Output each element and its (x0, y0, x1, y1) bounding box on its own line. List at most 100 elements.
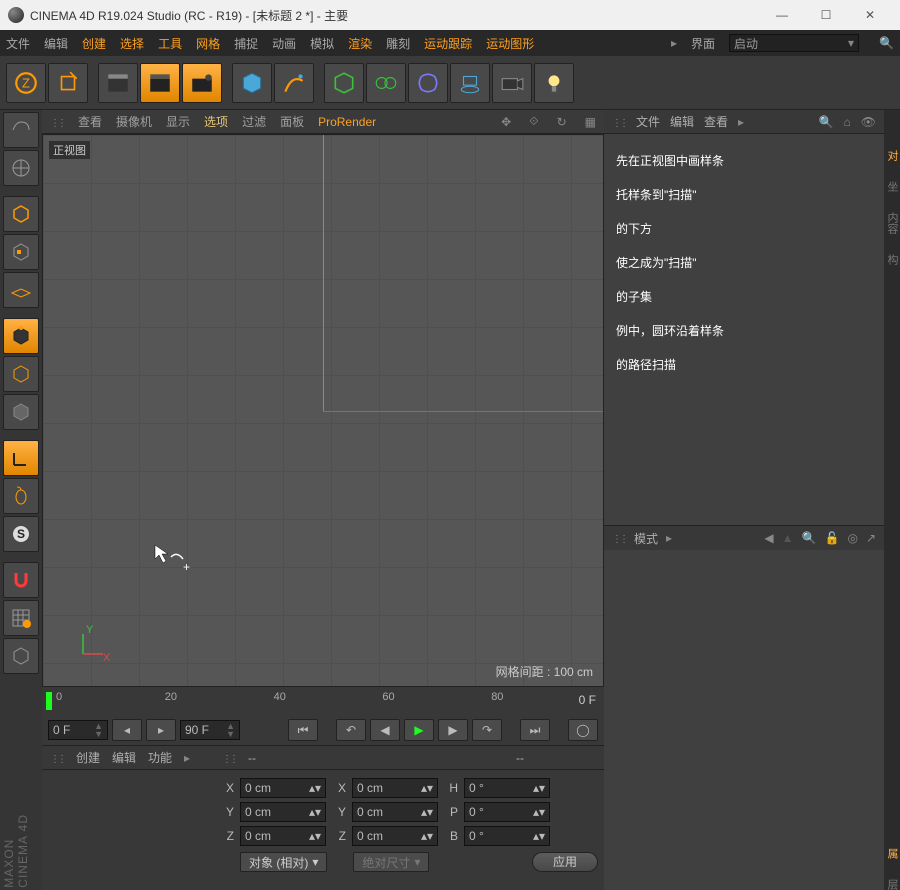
menu-file[interactable]: 文件 (6, 35, 30, 52)
nav-layout-icon[interactable]: ▦ (585, 115, 596, 129)
pos-z-field[interactable]: 0 cm▴▾ (240, 826, 326, 846)
viewmenu-view[interactable]: 查看 (78, 113, 102, 130)
menu-tools[interactable]: 工具 (158, 35, 182, 52)
menu-mograph[interactable]: 运动图形 (486, 35, 534, 52)
newwin-icon[interactable]: ↗ (866, 531, 876, 545)
home-icon[interactable]: ⌂ (844, 115, 851, 129)
size-z-field[interactable]: 0 cm▴▾ (352, 826, 438, 846)
undo-button[interactable]: Z (6, 63, 46, 103)
viewport[interactable]: 正视图 Y X + 网格间距 : 100 cm (42, 134, 604, 687)
hex-tool[interactable] (3, 638, 39, 674)
viewmenu-filter[interactable]: 过滤 (242, 113, 266, 130)
eye-icon[interactable]: 👁 (861, 115, 876, 129)
size-mode-select[interactable]: 绝对尺寸▾ (353, 852, 429, 872)
apply-button[interactable]: 应用 (532, 852, 598, 872)
menu-sculpt[interactable]: 雕刻 (386, 35, 410, 52)
start-frame-field[interactable]: 0 F▲▼ (48, 720, 108, 740)
globe-tool[interactable] (3, 150, 39, 186)
menu-mesh[interactable]: 网格 (196, 35, 220, 52)
clapboard3-button[interactable] (182, 63, 222, 103)
tab-2[interactable]: 坐 (884, 181, 900, 192)
workplane-mode[interactable] (3, 272, 39, 308)
rot-b-field[interactable]: 0 °▴▾ (464, 826, 550, 846)
clapboard2-button[interactable] (140, 63, 180, 103)
spline-pen-button[interactable] (274, 63, 314, 103)
menu-sim[interactable]: 模拟 (310, 35, 334, 52)
rot-h-field[interactable]: 0 °▴▾ (464, 778, 550, 798)
rot-p-field[interactable]: 0 °▴▾ (464, 802, 550, 822)
end-frame-field[interactable]: 90 F▲▼ (180, 720, 240, 740)
viewmenu-panel[interactable]: 面板 (280, 113, 304, 130)
tab-6[interactable]: 层 (884, 879, 900, 890)
grip-icon[interactable] (50, 751, 64, 765)
goto-end-button[interactable]: ⏭ (520, 719, 550, 741)
close-button[interactable]: ✕ (848, 0, 892, 30)
grip-icon[interactable] (50, 115, 64, 129)
play-button[interactable]: ▶ (404, 719, 434, 741)
record-button[interactable]: ◯ (568, 719, 598, 741)
nav-move-icon[interactable]: ✥ (501, 115, 511, 129)
mouse-tool[interactable] (3, 478, 39, 514)
range-end-button[interactable]: ▸ (146, 719, 176, 741)
nav-zoom-icon[interactable]: ⟐ (529, 114, 538, 129)
size-y-field[interactable]: 0 cm▴▾ (352, 802, 438, 822)
menu-render[interactable]: 渲染 (348, 35, 372, 52)
viewmenu-display[interactable]: 显示 (166, 113, 190, 130)
cube-primitive-button[interactable] (232, 63, 272, 103)
menu-mtrack[interactable]: 运动跟踪 (424, 35, 472, 52)
pos-x-field[interactable]: 0 cm▴▾ (240, 778, 326, 798)
attr-menu-func[interactable]: 功能 (148, 749, 172, 766)
generator2-button[interactable] (366, 63, 406, 103)
viewmenu-prorender[interactable]: ProRender (318, 115, 376, 129)
size-x-field[interactable]: 0 cm▴▾ (352, 778, 438, 798)
polygon-mode[interactable] (3, 394, 39, 430)
axis-tool[interactable] (3, 440, 39, 476)
search-icon[interactable]: 🔍 (802, 531, 817, 545)
generator1-button[interactable] (324, 63, 364, 103)
range-start-button[interactable]: ◂ (112, 719, 142, 741)
tab-5[interactable]: 属 (884, 848, 900, 859)
edge-mode[interactable] (3, 356, 39, 392)
prev-frame-button[interactable]: ◀ (370, 719, 400, 741)
minimize-button[interactable]: — (760, 0, 804, 30)
mode-label[interactable]: 模式 (634, 530, 658, 547)
light-button[interactable] (534, 63, 574, 103)
texture-mode[interactable] (3, 234, 39, 270)
environment-button[interactable] (450, 63, 490, 103)
objmenu-view[interactable]: 查看 (704, 113, 728, 130)
point-mode[interactable] (3, 318, 39, 354)
menu-snap[interactable]: 捕捉 (234, 35, 258, 52)
coord-mode-select[interactable]: 对象 (相对)▾ (240, 852, 327, 872)
objmenu-edit[interactable]: 编辑 (670, 113, 694, 130)
grip-icon[interactable] (222, 751, 236, 765)
grip-icon[interactable] (612, 115, 626, 129)
grid-lock-tool[interactable] (3, 600, 39, 636)
timeline-ruler[interactable]: 0 20 40 60 80 (56, 687, 600, 715)
menu-anim[interactable]: 动画 (272, 35, 296, 52)
model-mode[interactable] (3, 196, 39, 232)
back-icon[interactable]: ◀ (764, 531, 773, 545)
objmenu-file[interactable]: 文件 (636, 113, 660, 130)
lock-icon[interactable]: 🔓 (825, 531, 840, 545)
redo-button[interactable] (48, 63, 88, 103)
clapboard1-button[interactable] (98, 63, 138, 103)
layout-select[interactable]: 启动 ▾ (729, 34, 859, 52)
viewmenu-options[interactable]: 选项 (204, 113, 228, 130)
camera-button[interactable] (492, 63, 532, 103)
viewmenu-camera[interactable]: 摄像机 (116, 113, 152, 130)
timeline-playhead[interactable] (46, 692, 52, 710)
nav-rotate-icon[interactable]: ↻ (557, 115, 567, 129)
object-manager[interactable]: 先在正视图中画样条 托样条到"扫描" 的下方 使之成为"扫描" 的子集 例中，圆… (604, 134, 884, 525)
snap-tool[interactable]: S (3, 516, 39, 552)
next-frame-button[interactable]: ▶ (438, 719, 468, 741)
prev-key-button[interactable]: ↶ (336, 719, 366, 741)
magnet-tool[interactable] (3, 562, 39, 598)
attr-menu-create[interactable]: 创建 (76, 749, 100, 766)
menu-select[interactable]: 选择 (120, 35, 144, 52)
pos-y-field[interactable]: 0 cm▴▾ (240, 802, 326, 822)
grip-icon[interactable] (612, 531, 626, 545)
menu-edit[interactable]: 编辑 (44, 35, 68, 52)
tab-1[interactable]: 对 (884, 150, 900, 161)
fwd-icon[interactable]: ▲ (782, 531, 794, 545)
target-icon[interactable]: ◎ (847, 531, 857, 545)
